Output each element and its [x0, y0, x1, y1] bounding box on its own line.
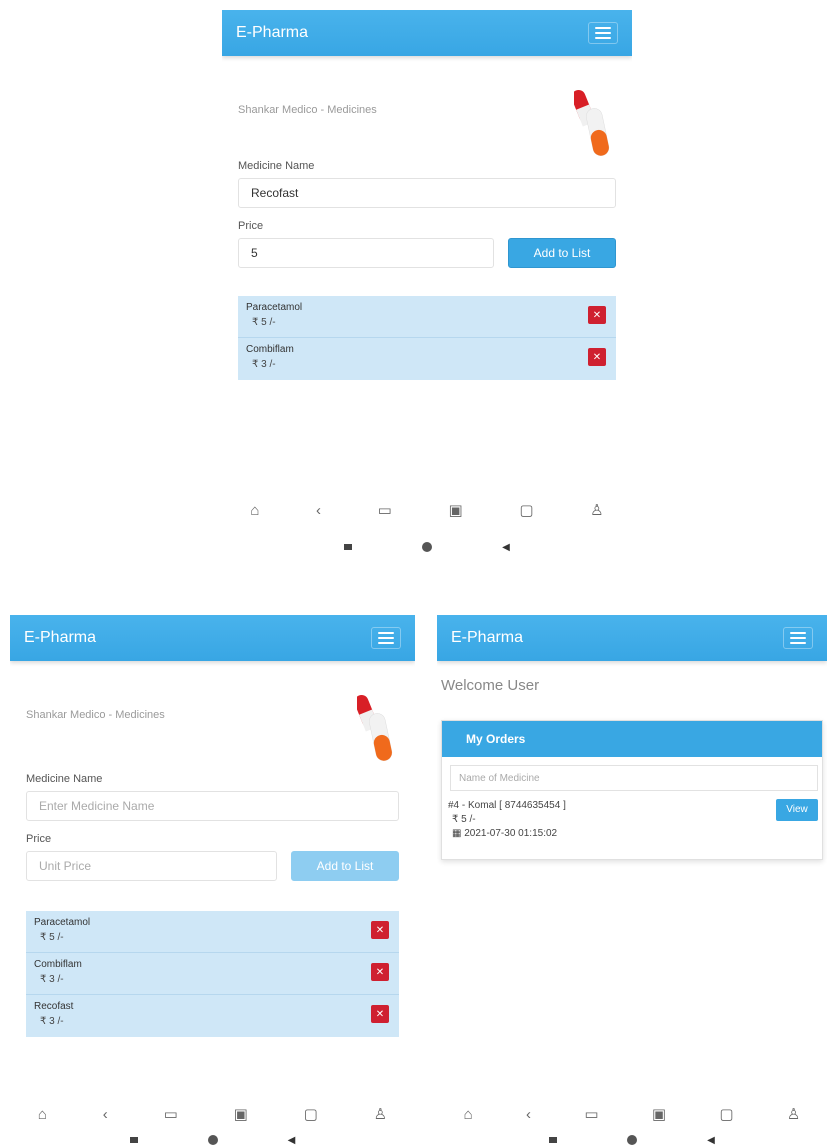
add-to-list-button[interactable]: Add to List [291, 851, 399, 881]
back-icon[interactable]: ‹ [316, 502, 321, 519]
shop-header: Shankar Medico - Medicines [10, 661, 415, 771]
brand-title[interactable]: E-Pharma [451, 629, 523, 647]
profile-icon[interactable]: ♙ [590, 501, 603, 519]
home-button-icon[interactable] [207, 1135, 218, 1145]
folder-icon[interactable]: ▢ [519, 501, 533, 519]
calendar-icon: ▦ [452, 828, 462, 839]
book-icon[interactable]: ▭ [584, 1105, 598, 1123]
screen-add-medicine-filled: E-Pharma Shankar Medico - Medicines Medi… [222, 10, 632, 570]
shop-name: Shankar Medico - Medicines [26, 709, 165, 721]
brand-title[interactable]: E-Pharma [236, 24, 308, 42]
back-triangle-icon[interactable]: ◀ [707, 1135, 715, 1146]
browser-nav-bar: ⌂ ‹ ▭ ▣ ▢ ♙ [437, 1101, 827, 1127]
menu-icon[interactable] [588, 22, 618, 44]
home-icon[interactable]: ⌂ [464, 1106, 473, 1123]
shop-name: Shankar Medico - Medicines [238, 104, 377, 116]
profile-icon[interactable]: ♙ [787, 1105, 800, 1123]
medicine-search-input[interactable]: Name of Medicine [450, 765, 818, 791]
item-price: ₹ 5 /- [252, 317, 276, 328]
tab-icon[interactable]: ▣ [234, 1105, 248, 1123]
item-price: ₹ 5 /- [40, 932, 64, 943]
welcome-text: Welcome User [441, 677, 540, 694]
folder-icon[interactable]: ▢ [304, 1105, 318, 1123]
medicine-name-input[interactable]: Enter Medicine Name [26, 791, 399, 821]
list-item: Paracetamol ₹ 5 /- ✕ [238, 296, 616, 338]
system-nav-bar: ◀ [437, 1130, 827, 1147]
medicine-form: Medicine Name Recofast Price 5 Add to Li… [222, 160, 632, 268]
medicine-list: Paracetamol ₹ 5 /- ✕ Combiflam ₹ 3 /- ✕ … [26, 911, 399, 1037]
menu-icon[interactable] [371, 627, 401, 649]
home-button-icon[interactable] [422, 542, 433, 552]
app-bar: E-Pharma [10, 615, 415, 661]
folder-icon[interactable]: ▢ [719, 1105, 733, 1123]
add-to-list-button[interactable]: Add to List [508, 238, 616, 268]
back-icon[interactable]: ‹ [103, 1106, 108, 1123]
order-item: #4 - Komal [ 8744635454 ] ₹ 5 /- ▦ 2021-… [442, 791, 822, 841]
shop-header: Shankar Medico - Medicines [222, 56, 632, 166]
delete-icon[interactable]: ✕ [371, 963, 389, 981]
delete-icon[interactable]: ✕ [371, 921, 389, 939]
book-icon[interactable]: ▭ [378, 501, 392, 519]
list-item: Paracetamol ₹ 5 /- ✕ [26, 911, 399, 953]
item-name: Recofast [34, 1001, 74, 1012]
view-order-button[interactable]: View [776, 799, 818, 821]
medicine-form: Medicine Name Enter Medicine Name Price … [10, 773, 415, 881]
item-price: ₹ 3 /- [40, 1016, 64, 1027]
list-item: Combiflam ₹ 3 /- ✕ [238, 338, 616, 380]
list-item: Recofast ₹ 3 /- ✕ [26, 995, 399, 1037]
order-date-row: ▦ 2021-07-30 01:15:02 [448, 827, 822, 841]
delete-icon[interactable]: ✕ [371, 1005, 389, 1023]
back-icon[interactable]: ‹ [526, 1106, 531, 1123]
menu-icon[interactable] [783, 627, 813, 649]
screen-my-orders: E-Pharma Welcome User My Orders Name of … [437, 615, 827, 1147]
delete-icon[interactable]: ✕ [588, 348, 606, 366]
recents-icon[interactable] [344, 544, 353, 550]
medicine-name-input[interactable]: Recofast [238, 178, 616, 208]
tab-icon[interactable]: ▣ [448, 501, 462, 519]
order-title: #4 - Komal [ 8744635454 ] [448, 800, 566, 811]
home-button-icon[interactable] [627, 1135, 638, 1145]
pills-logo-icon [357, 694, 393, 761]
medicine-list: Paracetamol ₹ 5 /- ✕ Combiflam ₹ 3 /- ✕ [238, 296, 616, 380]
pills-logo-icon [574, 89, 610, 156]
back-triangle-icon[interactable]: ◀ [502, 542, 510, 553]
home-icon[interactable]: ⌂ [250, 502, 259, 519]
orders-card-title: My Orders [442, 721, 822, 757]
item-price: ₹ 3 /- [40, 974, 64, 985]
item-name: Paracetamol [246, 302, 303, 313]
tab-icon[interactable]: ▣ [652, 1105, 666, 1123]
app-bar: E-Pharma [222, 10, 632, 56]
order-date: 2021-07-30 01:15:02 [464, 828, 558, 839]
system-nav-bar: ◀ [222, 537, 632, 557]
back-triangle-icon[interactable]: ◀ [288, 1135, 296, 1146]
order-price: ₹ 5 /- [452, 814, 476, 825]
recents-icon[interactable] [129, 1137, 138, 1143]
list-item: Combiflam ₹ 3 /- ✕ [26, 953, 399, 995]
brand-title[interactable]: E-Pharma [24, 629, 96, 647]
system-nav-bar: ◀ [10, 1130, 415, 1147]
app-bar: E-Pharma [437, 615, 827, 661]
book-icon[interactable]: ▭ [164, 1105, 178, 1123]
price-input[interactable]: 5 [238, 238, 494, 268]
item-name: Paracetamol [34, 917, 91, 928]
profile-icon[interactable]: ♙ [374, 1105, 387, 1123]
item-name: Combiflam [246, 344, 294, 355]
medicine-name-label: Medicine Name [26, 773, 103, 785]
home-icon[interactable]: ⌂ [38, 1106, 47, 1123]
price-label: Price [26, 833, 52, 845]
recents-icon[interactable] [549, 1137, 558, 1143]
delete-icon[interactable]: ✕ [588, 306, 606, 324]
item-price: ₹ 3 /- [252, 359, 276, 370]
price-input[interactable]: Unit Price [26, 851, 277, 881]
item-name: Combiflam [34, 959, 82, 970]
orders-card: My Orders Name of Medicine #4 - Komal [ … [441, 720, 823, 860]
browser-nav-bar: ⌂ ‹ ▭ ▣ ▢ ♙ [222, 497, 632, 523]
browser-nav-bar: ⌂ ‹ ▭ ▣ ▢ ♙ [10, 1101, 415, 1127]
price-label: Price [238, 220, 264, 232]
screen-add-medicine-empty: E-Pharma Shankar Medico - Medicines Medi… [10, 615, 415, 1147]
